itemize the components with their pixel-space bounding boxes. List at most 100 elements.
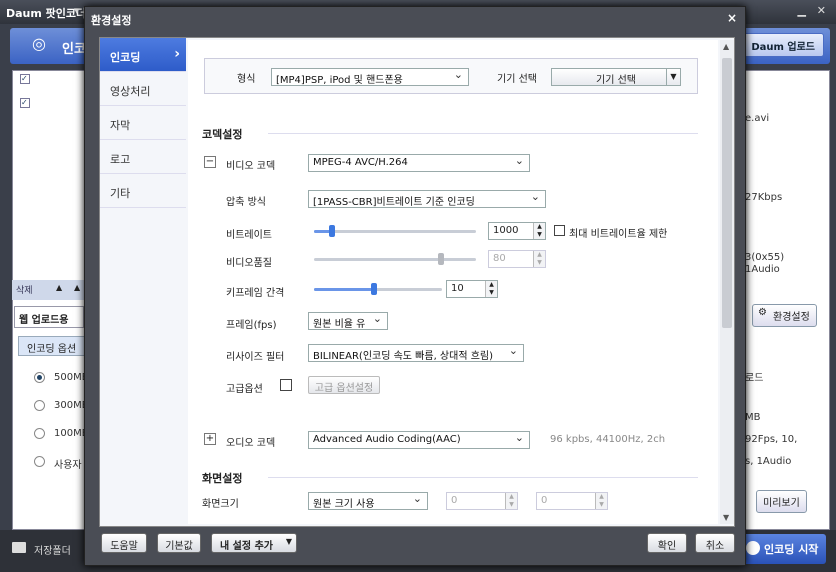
dialog-body: 인코딩 영상처리 자막 로고 기타 형식 [MP4]PSP, iPod 및 핸드…: [99, 37, 735, 527]
move-down-icon[interactable]: ▲: [74, 283, 80, 292]
keyframe-slider-fill: [314, 288, 372, 291]
web-upload-tab[interactable]: 웹 업로드용: [14, 306, 84, 328]
ok-button[interactable]: 확인: [647, 533, 687, 553]
dialog-title: 환경설정: [91, 14, 132, 27]
sidebar-item-etc[interactable]: 기타: [100, 174, 186, 208]
bitrate-slider-knob[interactable]: [329, 225, 335, 237]
advanced-options-button: 고급 옵션설정: [308, 376, 380, 394]
start-encoding-label: 인코딩 시작: [764, 543, 819, 556]
max-bitrate-label: 최대 비트레이트율 제한: [569, 229, 668, 240]
delete-button[interactable]: 삭제: [16, 283, 33, 296]
divider: [268, 477, 698, 478]
screen-size-select[interactable]: 원본 크기 사용: [308, 492, 428, 510]
resize-filter-select[interactable]: BILINEAR(인코딩 속도 빠름, 상대적 흐림): [308, 344, 524, 362]
quality-slider-knob[interactable]: [438, 253, 444, 265]
device-button-label: 기기 선택: [596, 75, 636, 86]
sidebar-item-video-processing[interactable]: 영상처리: [100, 72, 186, 106]
divider: [268, 133, 698, 134]
file-info-text: 로드: [745, 373, 764, 384]
format-select[interactable]: [MP4]PSP, iPod 및 핸드폰용: [271, 68, 469, 86]
scrollbar-thumb[interactable]: [722, 58, 732, 328]
file-info-text: 1Audio: [745, 264, 780, 275]
codec-section-title: 코덱설정: [202, 128, 243, 141]
sidebar-item-encoding[interactable]: 인코딩: [100, 38, 186, 72]
radio-label: 사용자: [54, 460, 82, 471]
keyframe-value: 10: [451, 283, 464, 294]
width-value: 0: [451, 495, 458, 506]
gear-icon: ⚙: [758, 307, 767, 318]
radio-100mb[interactable]: [34, 428, 45, 439]
encoding-options-label: 인코딩 옵션: [18, 336, 88, 356]
daum-upload-button[interactable]: Daum 업로드: [742, 33, 824, 57]
max-bitrate-checkbox[interactable]: [554, 225, 565, 236]
radio-500mb[interactable]: [34, 372, 45, 383]
env-settings-label: 환경설정: [773, 312, 810, 323]
cancel-button[interactable]: 취소: [695, 533, 735, 553]
bitrate-spinner[interactable]: 1000 ▲ ▼: [488, 222, 546, 240]
settings-sidebar: 인코딩 영상처리 자막 로고 기타: [100, 38, 186, 526]
minimize-icon[interactable]: ▁: [798, 4, 806, 17]
compression-label: 압축 방식: [226, 197, 266, 208]
height-value: 0: [541, 495, 548, 506]
list-toolbar: 삭제 ▲ ▲: [12, 280, 87, 300]
audio-codec-select[interactable]: Advanced Audio Coding(AAC): [308, 431, 530, 449]
compression-select[interactable]: [1PASS-CBR]비트레이트 기준 인코딩: [308, 190, 546, 208]
keyframe-label: 키프레임 간격: [226, 288, 285, 299]
advanced-options-checkbox[interactable]: [280, 379, 292, 391]
file-checkbox[interactable]: ✓: [20, 98, 30, 108]
bitrate-slider[interactable]: [314, 230, 476, 233]
app-menu-arrow-icon[interactable]: ▾: [74, 4, 80, 17]
sidebar-item-logo[interactable]: 로고: [100, 140, 186, 174]
file-info-text: 92Fps, 10,: [745, 434, 798, 445]
dropdown-arrow-icon[interactable]: ▼: [286, 537, 292, 546]
format-box: 형식 [MP4]PSP, iPod 및 핸드폰용 기기 선택 기기 선택 ▼: [204, 58, 698, 94]
dropdown-arrow-icon[interactable]: ▼: [666, 69, 680, 85]
spinner-arrows-icon: ▲ ▼: [505, 493, 517, 509]
env-settings-button[interactable]: ⚙ 환경설정: [752, 304, 817, 327]
quality-value: 80: [493, 253, 506, 264]
start-encoding-button[interactable]: 인코딩 시작: [736, 534, 826, 564]
file-info-text: 27Kbps: [745, 192, 783, 203]
save-folder-label[interactable]: 저장폴더: [34, 542, 71, 557]
scroll-down-icon[interactable]: ▼: [723, 513, 729, 522]
radio-300mb[interactable]: [34, 400, 45, 411]
video-codec-select[interactable]: MPEG-4 AVC/H.264: [308, 154, 530, 172]
file-info-text: s, 1Audio: [745, 456, 792, 467]
spinner-arrows-icon[interactable]: ▲ ▼: [533, 223, 545, 239]
sidebar-item-subtitle[interactable]: 자막: [100, 106, 186, 140]
add-my-setting-label: 내 설정 추가: [220, 541, 273, 552]
keyframe-slider-knob[interactable]: [371, 283, 377, 295]
spinner-arrows-icon: ▲ ▼: [533, 251, 545, 267]
scroll-up-icon[interactable]: ▲: [723, 42, 729, 51]
folder-icon[interactable]: [12, 542, 26, 553]
screen-section-title: 화면설정: [202, 472, 243, 485]
spinner-arrows-icon[interactable]: ▲ ▼: [485, 281, 497, 297]
file-info-text: e.avi: [745, 113, 770, 124]
app-close-icon[interactable]: ✕: [817, 4, 826, 17]
format-label: 형식: [237, 74, 256, 85]
reel-logo-icon: ◎: [32, 34, 46, 53]
audio-codec-label: 오디오 코덱: [226, 438, 276, 449]
preview-button[interactable]: 미리보기: [756, 490, 807, 513]
quality-spinner: 80 ▲ ▼: [488, 250, 546, 268]
file-info-text: MB: [745, 412, 761, 423]
move-up-icon[interactable]: ▲: [56, 283, 62, 292]
keyframe-spinner[interactable]: 10 ▲ ▼: [446, 280, 498, 298]
select-all-checkbox[interactable]: ✓: [20, 74, 30, 84]
keyframe-slider[interactable]: [314, 288, 442, 291]
advanced-options-label: 고급옵션: [226, 384, 263, 395]
add-my-setting-button[interactable]: 내 설정 추가 ▼: [211, 533, 297, 553]
quality-slider[interactable]: [314, 258, 476, 261]
dialog-close-icon[interactable]: ×: [727, 11, 737, 25]
device-select-button[interactable]: 기기 선택 ▼: [551, 68, 681, 86]
default-button[interactable]: 기본값: [157, 533, 201, 553]
dialog-footer: 도움말 기본값 내 설정 추가 ▼ 확인 취소: [99, 533, 735, 559]
collapse-video-codec-icon[interactable]: −: [204, 156, 216, 168]
expand-audio-codec-icon[interactable]: +: [204, 433, 216, 445]
device-label: 기기 선택: [497, 74, 537, 85]
help-button[interactable]: 도움말: [101, 533, 147, 553]
settings-scrollbar[interactable]: ▲ ▼: [720, 40, 734, 524]
header-label: 인코: [62, 42, 86, 57]
fps-select[interactable]: 원본 비율 유: [308, 312, 388, 330]
radio-custom[interactable]: [34, 456, 45, 467]
